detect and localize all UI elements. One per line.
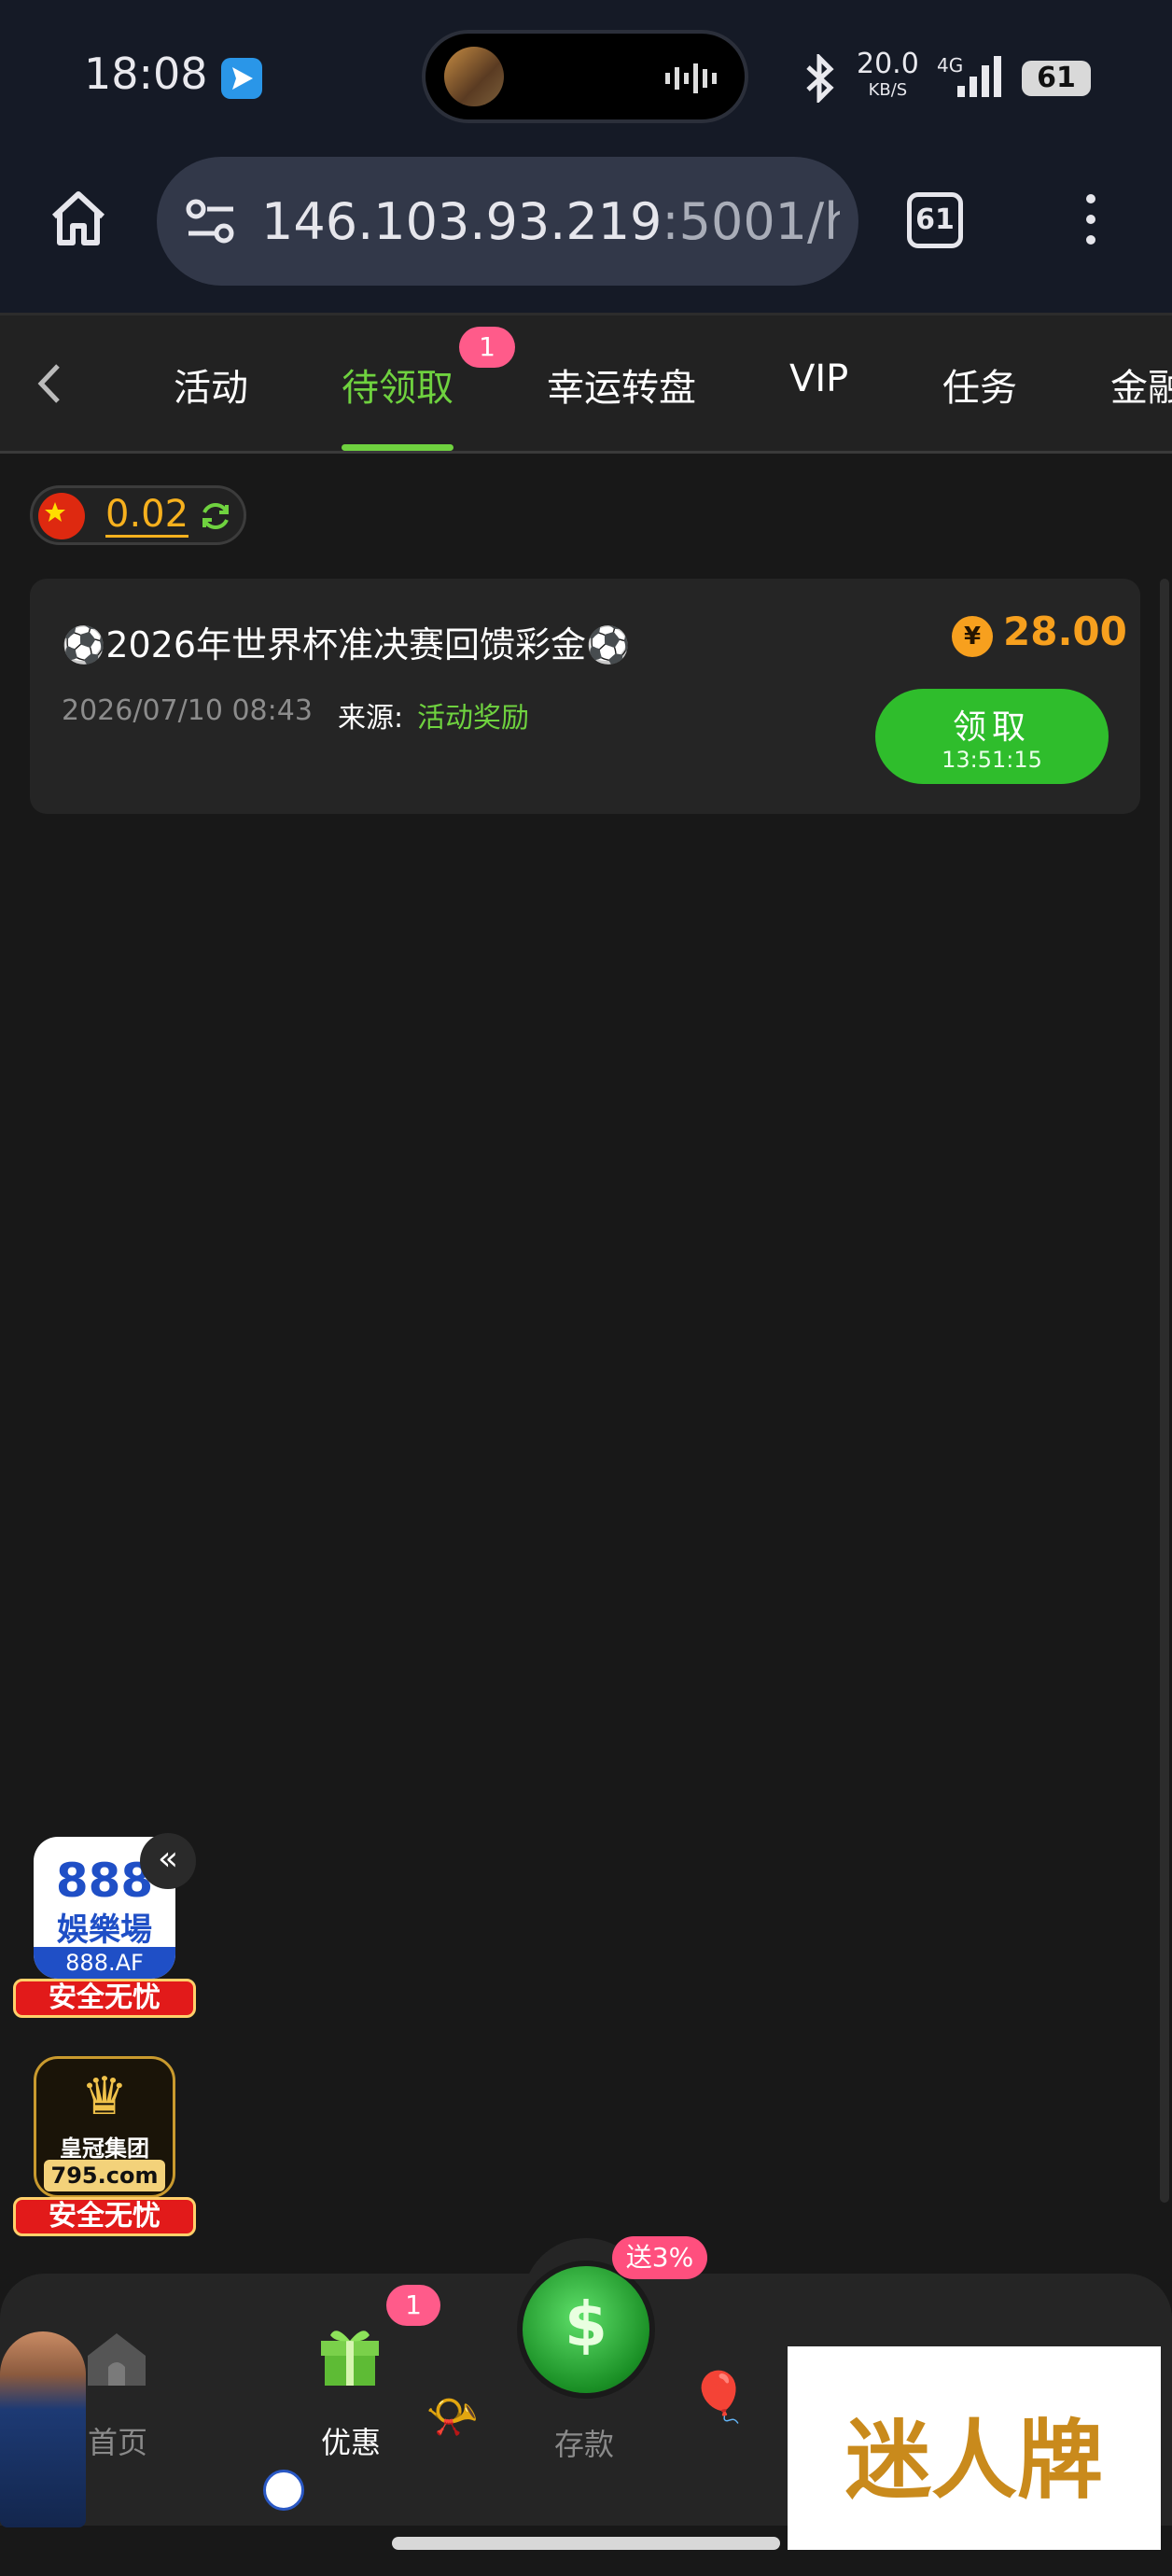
- ad-crown-domain: 795.com: [44, 2160, 165, 2191]
- trumpet-icon: 📯: [426, 2391, 480, 2442]
- refresh-icon[interactable]: [199, 499, 232, 533]
- active-tab-indicator: [342, 444, 453, 451]
- gift-icon[interactable]: [315, 2320, 384, 2389]
- promo-badge: 1: [386, 2285, 440, 2326]
- reward-title: ⚽2026年世界杯准决赛回馈彩金⚽: [62, 624, 631, 665]
- china-flag-icon: [38, 493, 85, 539]
- reward-amount: 28.00: [1003, 609, 1127, 654]
- claim-button-label: 领取: [952, 708, 1031, 747]
- address-bar[interactable]: 146.103.93.219:5001/hor: [157, 157, 858, 286]
- nav-deposit-label[interactable]: 存款: [554, 2421, 614, 2464]
- balloons-icon: 🎈: [689, 2370, 749, 2426]
- brand-logo-overlay: 迷人牌: [788, 2346, 1161, 2550]
- tab-activities[interactable]: 活动: [174, 357, 248, 412]
- browser-home-icon[interactable]: [47, 187, 110, 250]
- url-text[interactable]: 146.103.93.219:5001/hor: [261, 192, 840, 251]
- reward-date: 2026/07/10 08:43: [62, 694, 313, 727]
- reward-source-label: 来源:: [338, 702, 404, 735]
- crown-icon: ♛: [80, 2066, 129, 2127]
- claim-button[interactable]: 领取 13:51:15: [875, 689, 1109, 784]
- tab-switcher-button[interactable]: 61: [907, 192, 963, 248]
- tab-lucky-wheel[interactable]: 幸运转盘: [547, 357, 696, 412]
- collapse-ads-icon[interactable]: «: [140, 1833, 196, 1889]
- site-settings-icon[interactable]: [185, 198, 237, 245]
- ad-crown-ribbon[interactable]: 安全无忧: [13, 2197, 196, 2236]
- status-time: 18:08: [84, 49, 208, 99]
- ad-crown-name: 皇冠集团: [60, 2135, 149, 2162]
- bluetooth-icon: [806, 54, 834, 103]
- ad-888-domain: 888.AF: [34, 1947, 175, 1979]
- claim-countdown: 13:51:15: [942, 747, 1042, 773]
- ad-crown-group[interactable]: ♛ 皇冠集团 795.com: [34, 2056, 175, 2198]
- tab-vip[interactable]: VIP: [789, 357, 848, 400]
- deposit-bonus-badge: 送3%: [612, 2236, 707, 2279]
- battery-icon: 61: [1022, 61, 1091, 96]
- nav-promo-label[interactable]: 优惠: [321, 2419, 381, 2462]
- network-speed: 20.0 KB/S: [857, 48, 919, 101]
- scrollbar[interactable]: [1160, 579, 1169, 2203]
- home-icon[interactable]: [82, 2326, 151, 2391]
- dollar-plus-icon: $: [565, 2289, 607, 2360]
- signal-icon: [957, 56, 1001, 97]
- home-indicator[interactable]: [392, 2537, 780, 2550]
- coin-icon: ¥: [952, 616, 993, 657]
- tab-finance[interactable]: 金融: [1110, 357, 1172, 412]
- nav-home-label[interactable]: 首页: [88, 2419, 147, 2462]
- pending-count-badge: 1: [459, 327, 515, 368]
- dynamic-island[interactable]: [422, 30, 748, 123]
- reward-source: 活动奖励: [417, 702, 529, 735]
- category-tabs: 活动 待领取 幸运转盘 VIP 任务 金融: [0, 315, 1172, 454]
- deposit-button[interactable]: $: [523, 2266, 649, 2393]
- telegram-icon: [221, 58, 262, 99]
- browser-menu-icon[interactable]: [1082, 194, 1101, 250]
- back-arrow-icon[interactable]: [34, 360, 65, 407]
- ad-888-subtitle: 娛樂場: [57, 1911, 152, 1949]
- brand-logo-text: 迷人牌: [844, 2410, 1103, 2511]
- balance-value: 0.02: [105, 493, 189, 538]
- media-thumbnail-icon: [444, 47, 504, 106]
- reward-card: ⚽2026年世界杯准决赛回馈彩金⚽ ¥ 28.00 2026/07/10 08:…: [30, 579, 1140, 814]
- tab-tasks[interactable]: 任务: [942, 357, 1017, 412]
- player-figure: [0, 2331, 86, 2527]
- ad-888-ribbon[interactable]: 安全无忧: [13, 1979, 196, 2018]
- audio-wave-icon: [665, 63, 717, 93]
- balance-pill[interactable]: 0.02: [30, 485, 246, 545]
- ball-icon: [263, 2470, 304, 2511]
- tab-pending-claim[interactable]: 待领取: [342, 357, 453, 412]
